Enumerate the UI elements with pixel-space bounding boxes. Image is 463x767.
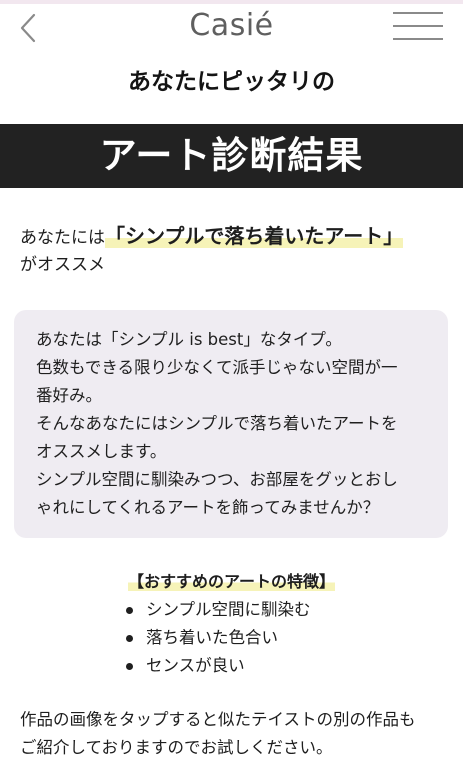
result-suffix: がオススメ	[20, 255, 105, 275]
features-title-text: 【おすすめのアートの特徴】	[127, 572, 336, 591]
description-line: オススメします。	[36, 442, 167, 461]
description-line: ゃれにしてくれるアートを飾ってみませんか？	[36, 498, 380, 517]
page-title-banner: アート診断結果	[0, 124, 463, 188]
bullet-icon	[126, 663, 133, 670]
bullet-icon	[126, 635, 133, 642]
footer-note-line: 作品の画像をタップすると似たテイストの別の作品も	[20, 710, 416, 729]
description-line: 番好み。	[36, 386, 102, 405]
footer-note-line: ご紹介しておりますのでお試しください。	[20, 738, 333, 757]
bullet-icon	[126, 607, 133, 614]
list-item: 落ち着いた色合い	[124, 624, 311, 652]
feature-label: 落ち着いた色合い	[146, 628, 278, 647]
description-line: シンプル空間に馴染みつつ、お部屋をグッとおし	[36, 470, 398, 489]
result-prefix: あなたには	[20, 228, 105, 248]
features-list: シンプル空間に馴染む 落ち着いた色合い センスが良い	[124, 596, 311, 680]
features-title: 【おすすめのアートの特徴】	[0, 568, 463, 592]
top-bar: Casié	[0, 0, 463, 50]
feature-label: シンプル空間に馴染む	[146, 600, 311, 619]
hamburger-menu-icon	[393, 12, 443, 14]
list-item: センスが良い	[124, 652, 311, 680]
description-box: あなたは「シンプル is best」なタイプ。 色数もできる限り少なくて派手じゃ…	[14, 310, 448, 538]
hamburger-line	[393, 38, 443, 40]
list-item: シンプル空間に馴染む	[124, 596, 311, 624]
description-line: あなたは「シンプル is best」なタイプ。	[36, 330, 342, 349]
page-kicker: あなたにピッタリの	[128, 69, 335, 95]
footer-note: 作品の画像をタップすると似たテイストの別の作品も ご紹介しておりますのでお試しく…	[20, 706, 450, 762]
menu-button[interactable]	[393, 12, 443, 42]
feature-label: センスが良い	[146, 656, 245, 675]
description-line: 色数もできる限り少なくて派手じゃない空間が一	[36, 358, 398, 377]
result-summary: あなたには「シンプルで落ち着いたアート」 がオススメ	[20, 218, 450, 280]
result-highlight: 「シンプルで落ち着いたアート」	[105, 224, 404, 248]
description-line: そんなあなたにはシンプルで落ち着いたアートを	[36, 414, 398, 433]
page: Casié あなたにピッタリの アート診断結果 あなたには「シンプルで落ち着いた…	[0, 0, 463, 767]
hamburger-line	[393, 25, 443, 27]
